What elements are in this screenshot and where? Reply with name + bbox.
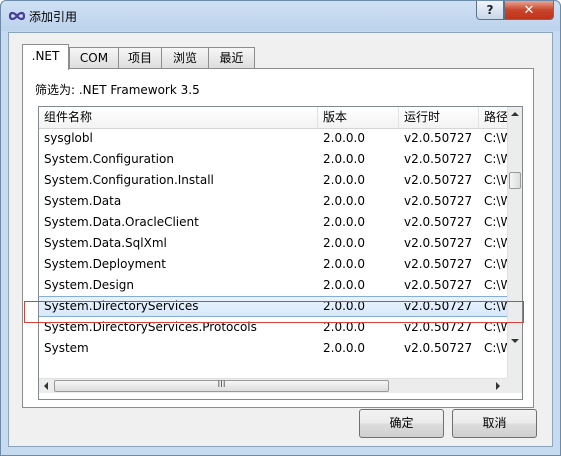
dialog-body: .NET COM 项目 浏览 最近 筛选为: .NET Framework 3.… — [8, 32, 553, 447]
cell-version: 2.0.0.0 — [323, 215, 365, 229]
scroll-down-arrow-icon[interactable] — [511, 339, 519, 343]
cell-name: System.Configuration.Install — [44, 173, 214, 187]
cell-runtime: v2.0.50727 — [404, 341, 473, 355]
cell-path: C:\W — [484, 215, 507, 229]
table-row-selected[interactable]: System.DirectoryServices 2.0.0.0 v2.0.50… — [39, 296, 507, 317]
tab-panel-dotnet: 筛选为: .NET Framework 3.5 组件名称 版本 运行时 路径 s… — [22, 68, 534, 408]
add-reference-dialog: 添加引用 ? ✕ .NET COM 项目 浏览 最近 筛选为: .NET Fra… — [0, 0, 561, 456]
cell-runtime: v2.0.50727 — [404, 236, 473, 250]
table-row[interactable]: System.DirectoryServices.Protocols 2.0.0… — [39, 317, 507, 338]
cell-version: 2.0.0.0 — [323, 152, 365, 166]
filter-label: 筛选为: .NET Framework 3.5 — [35, 83, 200, 97]
vertical-scroll-thumb[interactable] — [509, 172, 521, 189]
cell-name: System.Deployment — [44, 257, 166, 271]
cell-runtime: v2.0.50727 — [404, 278, 473, 292]
cell-runtime: v2.0.50727 — [404, 257, 473, 271]
cell-path: C:\W — [484, 299, 507, 313]
cell-runtime: v2.0.50727 — [404, 194, 473, 208]
table-row[interactable]: System.Data 2.0.0.0 v2.0.50727 C:\W — [39, 191, 507, 212]
vertical-scrollbar[interactable] — [507, 107, 522, 378]
cell-version: 2.0.0.0 — [323, 341, 365, 355]
table-row[interactable]: sysglobl 2.0.0.0 v2.0.50727 C:\W — [39, 128, 507, 149]
cell-version: 2.0.0.0 — [323, 320, 365, 334]
cell-name: sysglobl — [44, 131, 93, 145]
component-list[interactable]: 组件名称 版本 运行时 路径 sysglobl 2.0.0.0 v2.0.507… — [38, 106, 523, 400]
cell-path: C:\W — [484, 257, 507, 271]
tab-projects[interactable]: 项目 — [118, 47, 162, 69]
horizontal-scroll-thumb[interactable]: III — [54, 380, 389, 392]
close-icon: ✕ — [523, 2, 535, 18]
cancel-button[interactable]: 取消 — [452, 409, 537, 438]
cell-version: 2.0.0.0 — [323, 194, 365, 208]
cell-name: System.Configuration — [44, 152, 174, 166]
tab-dotnet[interactable]: .NET — [22, 44, 69, 70]
cell-path: C:\W — [484, 194, 507, 208]
scroll-left-arrow-icon[interactable] — [44, 382, 48, 390]
cell-path: C:\W — [484, 131, 507, 145]
table-row[interactable]: System.Data.SqlXml 2.0.0.0 v2.0.50727 C:… — [39, 233, 507, 254]
help-button[interactable]: ? — [476, 1, 504, 20]
cell-runtime: v2.0.50727 — [404, 299, 473, 313]
column-header-name[interactable]: 组件名称 — [39, 107, 318, 128]
column-header-version[interactable]: 版本 — [318, 107, 399, 128]
title-bar[interactable]: 添加引用 ? ✕ — [1, 1, 560, 31]
cell-path: C:\W — [484, 236, 507, 250]
cell-path: C:\W — [484, 278, 507, 292]
visual-studio-icon — [9, 11, 25, 21]
cell-path: C:\W — [484, 173, 507, 187]
cell-runtime: v2.0.50727 — [404, 215, 473, 229]
list-header: 组件名称 版本 运行时 路径 — [39, 107, 507, 129]
cell-path: C:\W — [484, 320, 507, 334]
table-row[interactable]: System 2.0.0.0 v2.0.50727 C:\W — [39, 338, 507, 359]
scroll-up-arrow-icon[interactable] — [511, 112, 519, 116]
table-row[interactable]: System.Data.OracleClient 2.0.0.0 v2.0.50… — [39, 212, 507, 233]
cell-version: 2.0.0.0 — [323, 278, 365, 292]
cell-name: System.Design — [44, 278, 134, 292]
cell-version: 2.0.0.0 — [323, 236, 365, 250]
horizontal-scrollbar[interactable]: III — [39, 378, 507, 393]
column-header-runtime[interactable]: 运行时 — [399, 107, 479, 128]
cell-runtime: v2.0.50727 — [404, 131, 473, 145]
cell-runtime: v2.0.50727 — [404, 320, 473, 334]
cell-runtime: v2.0.50727 — [404, 152, 473, 166]
cell-path: C:\W — [484, 341, 507, 355]
table-row[interactable]: System.Configuration 2.0.0.0 v2.0.50727 … — [39, 149, 507, 170]
help-icon: ? — [486, 3, 494, 17]
cell-name: System.DirectoryServices.Protocols — [44, 320, 257, 334]
cell-name: System.DirectoryServices — [44, 299, 199, 313]
tab-recent[interactable]: 最近 — [208, 47, 255, 69]
cell-version: 2.0.0.0 — [323, 173, 365, 187]
cell-name: System — [44, 341, 89, 355]
table-row[interactable]: System.Configuration.Install 2.0.0.0 v2.… — [39, 170, 507, 191]
table-row[interactable]: System.Design 2.0.0.0 v2.0.50727 C:\W — [39, 275, 507, 296]
list-rows: sysglobl 2.0.0.0 v2.0.50727 C:\W System.… — [39, 128, 507, 378]
table-row[interactable]: System.Deployment 2.0.0.0 v2.0.50727 C:\… — [39, 254, 507, 275]
scroll-grip-icon: III — [217, 380, 226, 390]
column-header-path[interactable]: 路径 — [479, 107, 507, 128]
scroll-corner — [507, 378, 522, 393]
cell-name: System.Data — [44, 194, 122, 208]
cell-name: System.Data.SqlXml — [44, 236, 167, 250]
window-title: 添加引用 — [29, 10, 78, 24]
cell-version: 2.0.0.0 — [323, 299, 365, 313]
cell-path: C:\W — [484, 152, 507, 166]
cell-version: 2.0.0.0 — [323, 257, 365, 271]
cell-runtime: v2.0.50727 — [404, 173, 473, 187]
close-button[interactable]: ✕ — [504, 1, 554, 20]
ok-button[interactable]: 确定 — [359, 409, 444, 438]
cell-name: System.Data.OracleClient — [44, 215, 199, 229]
scroll-right-arrow-icon[interactable] — [496, 382, 500, 390]
cell-version: 2.0.0.0 — [323, 131, 365, 145]
tab-browse[interactable]: 浏览 — [161, 47, 209, 69]
tab-com[interactable]: COM — [69, 47, 119, 69]
